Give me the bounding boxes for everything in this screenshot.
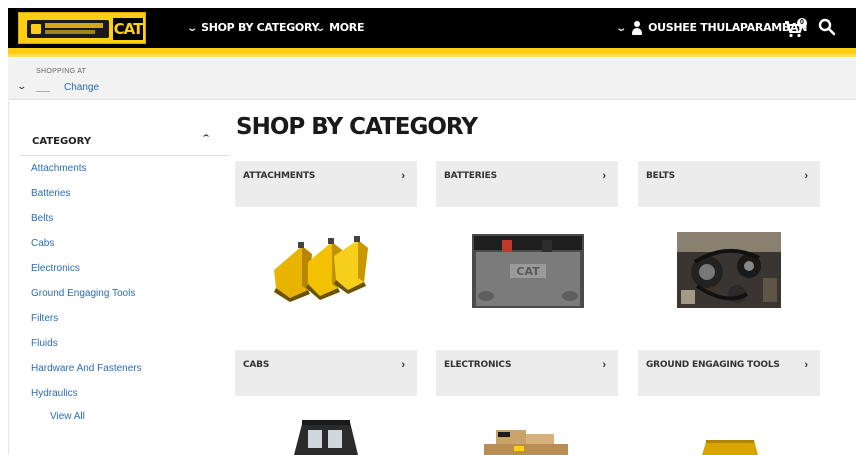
- dealer-logo-icon: [27, 20, 109, 38]
- change-store-link[interactable]: Change: [64, 82, 99, 93]
- user-account-menu[interactable]: ⌄ OUSHEE THULAPARAMBAN: [615, 8, 807, 48]
- tile-label: ATTACHMENTS: [243, 171, 316, 181]
- shopping-at-label: SHOPPING AT: [36, 68, 87, 75]
- svg-text:CAT: CAT: [516, 265, 540, 278]
- nav-more-label: MORE: [329, 21, 365, 34]
- cart-count-badge: 0: [797, 18, 807, 28]
- category-link-hardware-and-fasteners[interactable]: Hardware And Fasteners: [31, 362, 142, 387]
- chevron-right-icon: ›: [804, 359, 808, 371]
- chevron-right-icon: ›: [401, 359, 405, 371]
- brand-stripe: [8, 48, 856, 60]
- chevron-right-icon: ›: [602, 170, 606, 182]
- chevron-down-icon: ⌄: [615, 23, 627, 34]
- chevron-down-icon: ⌄: [186, 23, 198, 34]
- nav-shop-by-category-label: SHOP BY CATEGORY: [201, 21, 320, 34]
- cat-logo-text: CAT: [113, 18, 143, 40]
- category-link-ground-engaging-tools[interactable]: Ground Engaging Tools: [31, 287, 142, 312]
- category-link-filters[interactable]: Filters: [31, 312, 142, 337]
- tile-label: BELTS: [646, 171, 675, 181]
- tile-label: GROUND ENGAGING TOOLS: [646, 360, 780, 370]
- category-tile-cabs[interactable]: CABS ›: [235, 350, 417, 396]
- cat-battery-image[interactable]: CAT: [472, 234, 584, 308]
- search-button[interactable]: [818, 18, 838, 38]
- search-icon: [818, 18, 836, 36]
- ground-engaging-tool-image[interactable]: [702, 440, 758, 455]
- machine-cab-image[interactable]: [286, 420, 366, 455]
- tile-label: ELECTRONICS: [444, 360, 512, 370]
- top-navigation-bar: CAT ⌄ SHOP BY CATEGORY ⌄ MORE ⌄ OUSHEE THUL…: [8, 8, 856, 48]
- cat-dealer-logo[interactable]: CAT: [18, 12, 146, 44]
- user-icon: [632, 21, 643, 35]
- chevron-right-icon: ›: [804, 170, 808, 182]
- view-all-link[interactable]: View All: [50, 411, 85, 422]
- chevron-down-icon[interactable]: ⌄: [16, 81, 27, 92]
- tile-label: CABS: [243, 360, 270, 370]
- category-link-batteries[interactable]: Batteries: [31, 187, 142, 212]
- bucket-attachments-image[interactable]: [268, 232, 382, 304]
- category-link-cabs[interactable]: Cabs: [31, 237, 142, 262]
- chevron-right-icon: ›: [602, 359, 606, 371]
- category-heading: CATEGORY: [32, 136, 92, 147]
- category-link-attachments[interactable]: Attachments: [31, 162, 142, 187]
- engine-belts-image[interactable]: [677, 232, 781, 308]
- chevron-down-icon: ⌄: [314, 23, 326, 34]
- category-link-fluids[interactable]: Fluids: [31, 337, 142, 362]
- category-tile-electronics[interactable]: ELECTRONICS ›: [436, 350, 618, 396]
- nav-more[interactable]: ⌄ MORE: [314, 8, 365, 48]
- chevron-right-icon: ›: [401, 170, 405, 182]
- category-list: Attachments Batteries Belts Cabs Electro…: [31, 162, 142, 412]
- shopping-at-bar: SHOPPING AT ⌄ Change: [8, 60, 856, 100]
- tile-label: BATTERIES: [444, 171, 497, 181]
- divider: [8, 101, 9, 455]
- category-tile-attachments[interactable]: ATTACHMENTS ›: [235, 161, 417, 207]
- category-tile-batteries[interactable]: BATTERIES ›: [436, 161, 618, 207]
- shopping-at-store-value: [36, 91, 50, 92]
- category-link-hydraulics[interactable]: Hydraulics: [31, 387, 142, 412]
- cart-button[interactable]: 0: [784, 18, 808, 40]
- electronics-boxes-image[interactable]: [478, 428, 574, 455]
- category-tile-belts[interactable]: BELTS ›: [638, 161, 820, 207]
- nav-shop-by-category[interactable]: ⌄ SHOP BY CATEGORY: [186, 8, 320, 48]
- category-link-electronics[interactable]: Electronics: [31, 262, 142, 287]
- chevron-up-icon[interactable]: ˆ: [203, 134, 209, 146]
- category-link-belts[interactable]: Belts: [31, 212, 142, 237]
- page-title: SHOP BY CATEGORY: [236, 114, 478, 140]
- category-tile-ground-engaging-tools[interactable]: GROUND ENGAGING TOOLS ›: [638, 350, 820, 396]
- divider: [20, 155, 230, 156]
